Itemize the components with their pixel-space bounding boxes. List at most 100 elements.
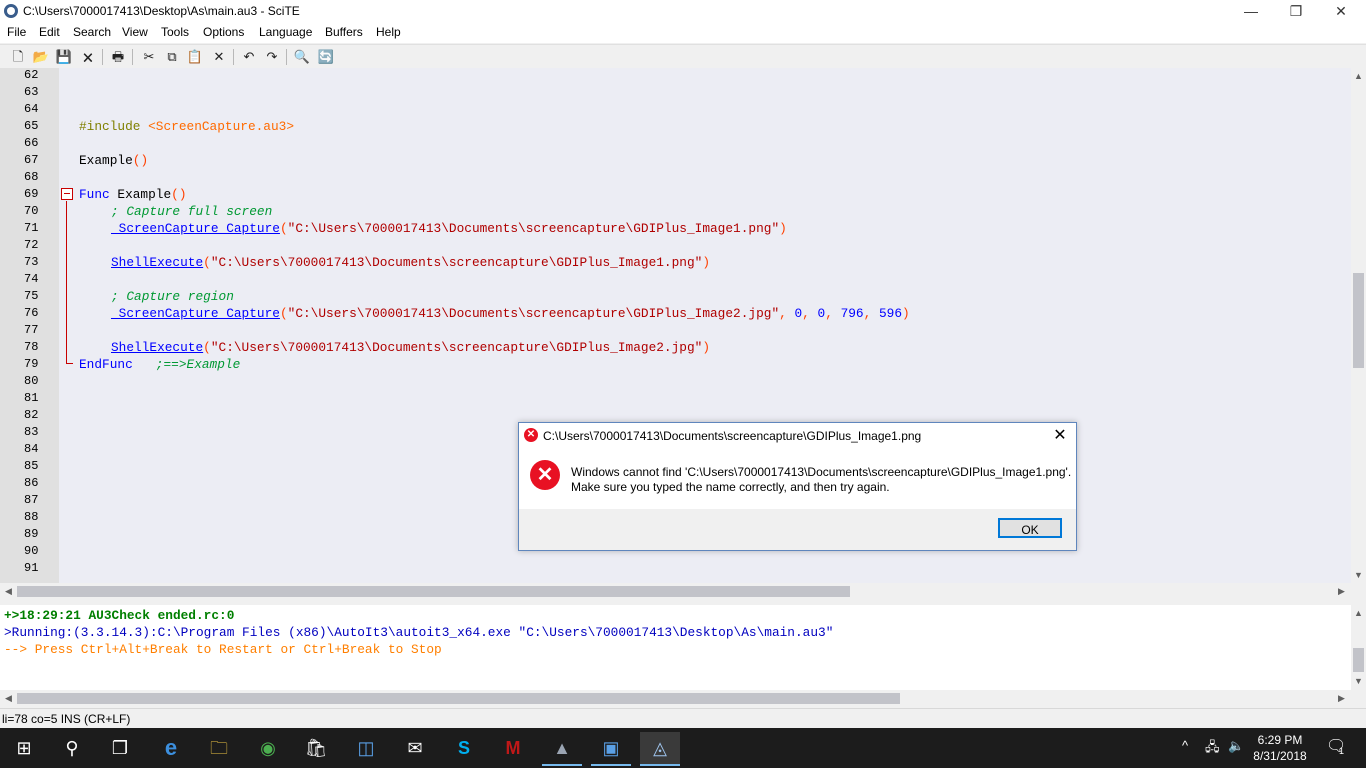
menu-file[interactable]: File [7, 25, 26, 39]
toolbar-separator [102, 49, 103, 65]
mcafee-icon[interactable]: M [493, 732, 533, 764]
code-line: ; Capture full screen [111, 204, 272, 219]
menu-help[interactable]: Help [376, 25, 401, 39]
fold-region-line [66, 201, 67, 363]
error-dialog: ✕ C:\Users\7000017413\Documents\screenca… [518, 422, 1077, 551]
line-number: 84 [24, 442, 39, 456]
scroll-down-arrow-icon[interactable]: ▼ [1354, 676, 1363, 686]
line-number: 90 [24, 544, 39, 558]
search-icon[interactable]: ⚲ [52, 732, 92, 764]
redo-icon[interactable]: ↷ [263, 48, 281, 66]
scroll-up-arrow-icon[interactable]: ▲ [1354, 71, 1363, 81]
menu-view[interactable]: View [122, 25, 148, 39]
code-line: ShellExecute("C:\Users\7000017413\Docume… [111, 255, 710, 270]
restore-button[interactable]: ❐ [1273, 0, 1319, 23]
scrollbar-thumb[interactable] [1353, 273, 1364, 368]
edge-icon[interactable]: e [151, 732, 191, 764]
find-icon[interactable]: 🔍 [293, 48, 311, 66]
editor-vertical-scrollbar[interactable]: ▲ ▼ [1351, 68, 1366, 583]
clock-time: 6:29 PM [1257, 733, 1303, 747]
include-directive: #include [79, 119, 141, 134]
menu-tools[interactable]: Tools [161, 25, 189, 39]
menu-buffers[interactable]: Buffers [325, 25, 363, 39]
editor-horizontal-scrollbar[interactable]: ◀ ▶ [0, 583, 1366, 600]
network-icon[interactable]: 🖧 [1205, 738, 1220, 760]
cut-icon[interactable]: ✂ [140, 48, 158, 66]
line-number: 74 [24, 272, 39, 286]
volume-icon[interactable]: 🔈 [1228, 738, 1244, 754]
scrollbar-thumb[interactable] [17, 693, 900, 704]
number-literal: 596 [878, 306, 903, 321]
start-icon[interactable]: ⊞ [4, 732, 44, 764]
window-title: C:\Users\7000017413\Desktop\As\main.au3 … [23, 4, 300, 18]
minimize-button[interactable]: — [1228, 0, 1274, 23]
scroll-right-arrow-icon[interactable]: ▶ [1338, 586, 1345, 597]
paste-icon[interactable]: 📋 [186, 48, 204, 66]
close-file-icon[interactable]: 🗙 [79, 48, 97, 66]
open-file-icon[interactable]: 📂 [32, 48, 50, 66]
scroll-left-arrow-icon[interactable]: ◀ [5, 586, 12, 597]
menu-edit[interactable]: Edit [39, 25, 60, 39]
operator: , [802, 306, 818, 321]
function-call: Example [79, 153, 133, 168]
autoit-icon[interactable]: ▲ [542, 732, 582, 766]
file-explorer-icon[interactable]: 🗀 [199, 732, 239, 764]
toolbar: 🗋 📂 💾 🗙 🖶 ✂ ⧉ 📋 ✕ ↶ ↷ 🔍 🔄 [0, 44, 1366, 69]
operator: ) [702, 255, 711, 270]
line-number: 91 [24, 561, 39, 575]
scrollbar-thumb[interactable] [1353, 648, 1364, 672]
output-line: >Running:(3.3.14.3):C:\Program Files (x8… [4, 625, 834, 640]
scroll-down-arrow-icon[interactable]: ▼ [1354, 570, 1363, 580]
app-window-icon[interactable]: ▣ [591, 732, 631, 766]
code-line: #include <ScreenCapture.au3> [79, 119, 294, 134]
tray-chevron-icon[interactable]: ^ [1182, 738, 1188, 753]
operator: ) [702, 340, 711, 355]
string-literal: "C:\Users\7000017413\Documents\screencap… [287, 306, 780, 321]
replace-icon[interactable]: 🔄 [317, 48, 335, 66]
task-view-icon[interactable]: ❐ [100, 732, 140, 764]
menu-language[interactable]: Language [259, 25, 312, 39]
line-number: 73 [24, 255, 39, 269]
output-line: --> Press Ctrl+Alt+Break to Restart or C… [4, 642, 442, 657]
line-number: 86 [24, 476, 39, 490]
dialog-close-button[interactable]: ✕ [1046, 425, 1074, 447]
menu-search[interactable]: Search [73, 25, 111, 39]
output-pane[interactable]: +>18:29:21 AU3Check ended.rc:0 >Running:… [0, 605, 1351, 690]
toolbar-separator [132, 49, 133, 65]
scroll-right-arrow-icon[interactable]: ▶ [1338, 693, 1345, 704]
store-icon[interactable]: 🛍 [296, 732, 336, 764]
close-button[interactable]: ✕ [1318, 0, 1364, 23]
string-literal: "C:\Users\7000017413\Documents\screencap… [210, 255, 703, 270]
operator: () [171, 187, 187, 202]
save-icon[interactable]: 💾 [55, 48, 73, 66]
output-vertical-scrollbar[interactable]: ▲ ▼ [1351, 605, 1366, 690]
number-literal: 796 [840, 306, 864, 321]
line-number: 72 [24, 238, 39, 252]
menu-options[interactable]: Options [203, 25, 244, 39]
scite-icon[interactable]: ◬ [640, 732, 680, 766]
fold-collapse-toggle[interactable] [61, 188, 73, 200]
operator: ) [902, 306, 910, 321]
print-icon[interactable]: 🖶 [109, 48, 127, 66]
string-literal: "C:\Users\7000017413\Documents\screencap… [287, 221, 780, 236]
notification-count: 1 [1339, 746, 1345, 756]
undo-icon[interactable]: ↶ [240, 48, 258, 66]
scroll-left-arrow-icon[interactable]: ◀ [5, 693, 12, 704]
app-icon-blue[interactable]: ◫ [346, 732, 386, 764]
line-number: 67 [24, 153, 39, 167]
new-file-icon[interactable]: 🗋 [9, 48, 27, 66]
output-line: +>18:29:21 AU3Check ended.rc:0 [4, 608, 235, 623]
function-name: Example [109, 187, 172, 202]
ok-button[interactable]: OK [998, 518, 1062, 538]
delete-icon[interactable]: ✕ [210, 48, 228, 66]
output-horizontal-scrollbar[interactable]: ◀ ▶ [0, 690, 1366, 707]
scroll-up-arrow-icon[interactable]: ▲ [1354, 608, 1363, 618]
copy-icon[interactable]: ⧉ [163, 48, 181, 66]
function-call: ShellExecute [111, 340, 204, 355]
scrollbar-thumb[interactable] [17, 586, 850, 597]
mail-icon[interactable]: ✉ [395, 732, 435, 764]
skype-icon[interactable]: S [444, 732, 484, 764]
system-clock[interactable]: 6:29 PM 8/31/2018 [1250, 732, 1310, 764]
code-line: EndFunc ;==>Example [79, 357, 240, 372]
chrome-icon[interactable]: ◉ [248, 732, 288, 764]
